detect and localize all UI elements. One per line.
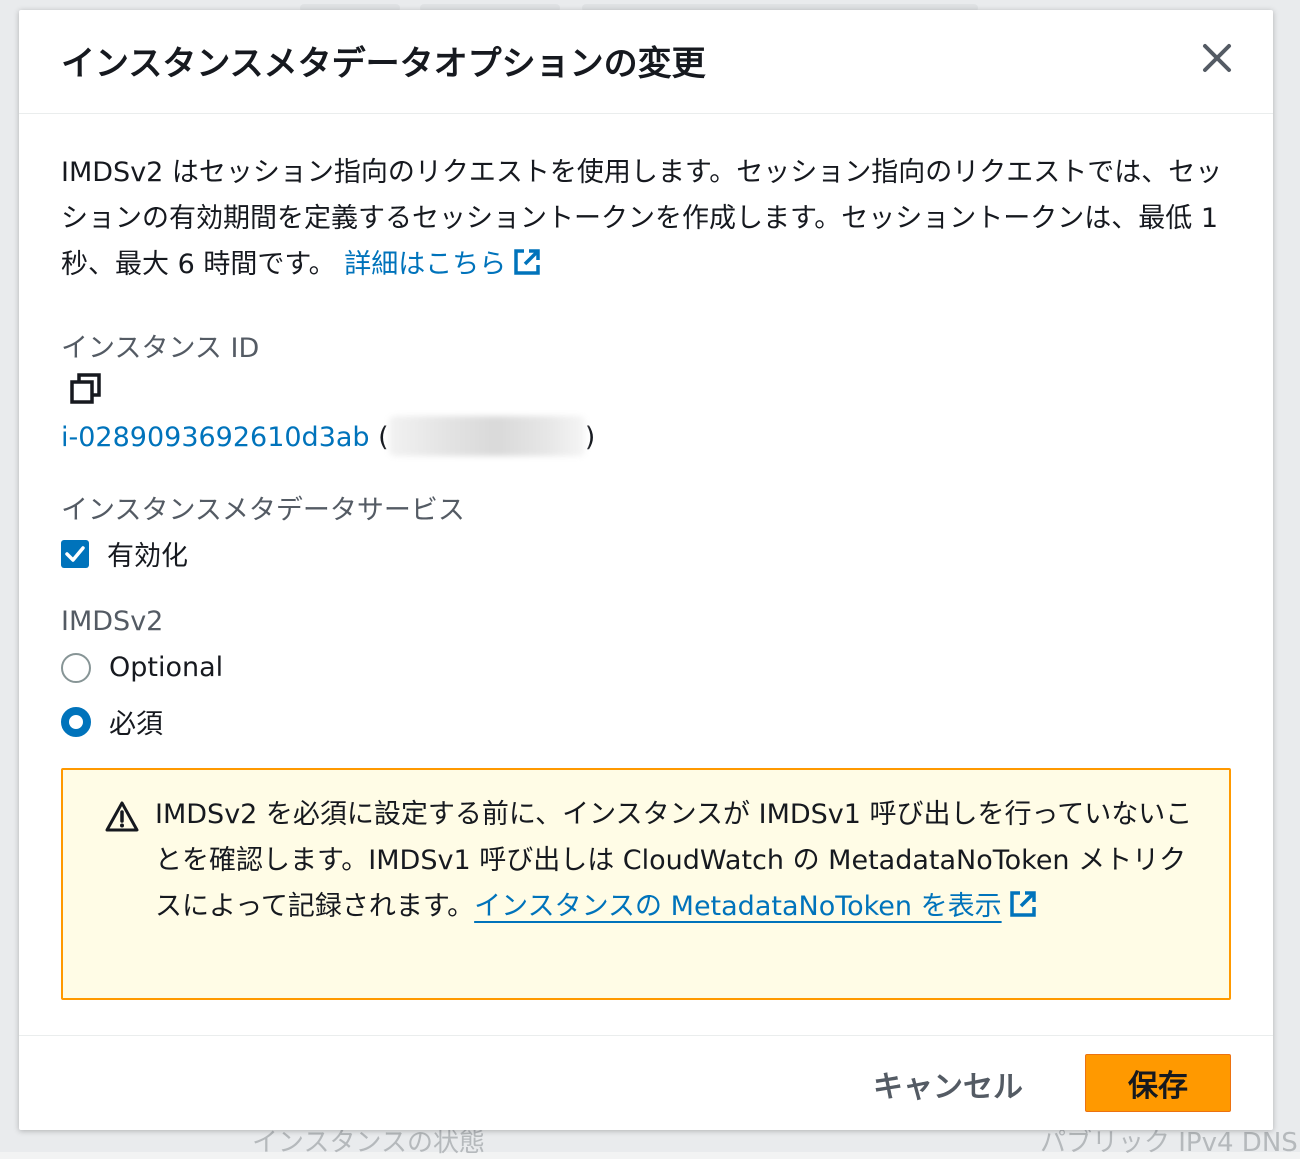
save-button[interactable]: 保存 [1085,1054,1231,1112]
imdsv2-option-optional[interactable]: Optional [61,652,223,683]
modify-metadata-dialog: インスタンスメタデータオプションの変更 IMDSv2 はセッション指向のリクエス… [19,10,1273,1130]
imdsv2-option-label: Optional [109,652,224,683]
description-text: IMDSv2 はセッション指向のリクエストを使用します。セッション指向のリクエス… [61,157,1223,280]
dialog-footer: キャンセル 保存 [19,1035,1273,1130]
instance-name-close-paren: ) [584,422,596,453]
warning-icon [105,801,139,832]
checkmark-icon [65,545,85,562]
dialog-body: IMDSv2 はセッション指向のリクエストを使用します。セッション指向のリクエス… [61,150,1231,288]
learn-more-link-label: 詳細はこちら [344,249,507,280]
metadata-service-checkbox-label: 有効化 [107,541,188,572]
description-paragraph: IMDSv2 はセッション指向のリクエストを使用します。セッション指向のリクエス… [61,150,1236,288]
external-link-icon [1009,891,1036,917]
instance-id-label: インスタンス ID [61,333,260,364]
instance-name-open-paren: ( [378,422,389,453]
redacted-instance-name [388,416,585,456]
cancel-button[interactable]: キャンセル [873,1062,1023,1106]
learn-more-link[interactable]: 詳細はこちら [344,249,542,280]
imdsv2-option-label: 必須 [109,709,163,740]
dialog-header: インスタンスメタデータオプションの変更 [19,10,1273,114]
metadata-service-checkbox-row[interactable]: 有効化 [61,534,188,573]
instance-id-link[interactable]: i-0289093692610d3ab [61,422,370,453]
instance-id-row: i-0289093692610d3ab () [61,416,595,456]
warning-text: IMDSv2 を必須に設定する前に、インスタンスが IMDSv1 呼び出しを行っ… [155,792,1195,930]
imdsv2-radio-optional[interactable] [61,652,91,683]
close-icon[interactable] [1197,38,1237,78]
external-link-icon [514,249,540,275]
dialog-title: インスタンスメタデータオプションの変更 [61,44,706,84]
metadata-service-label: インスタンスメタデータサービス [61,495,465,526]
view-metadatanotoken-link[interactable]: インスタンスの MetadataNoToken を表示 [474,891,1001,922]
metadata-service-checkbox[interactable] [61,539,89,568]
copy-icon[interactable] [69,372,103,406]
imdsv2-option-required[interactable]: 必須 [61,702,163,741]
imdsv2-radio-required[interactable] [61,706,91,737]
imdsv2-label: IMDSv2 [61,606,164,637]
warning-alert: IMDSv2 を必須に設定する前に、インスタンスが IMDSv1 呼び出しを行っ… [61,768,1231,1000]
view-metadatanotoken-link-label: インスタンスの MetadataNoToken を表示 [474,891,1002,922]
